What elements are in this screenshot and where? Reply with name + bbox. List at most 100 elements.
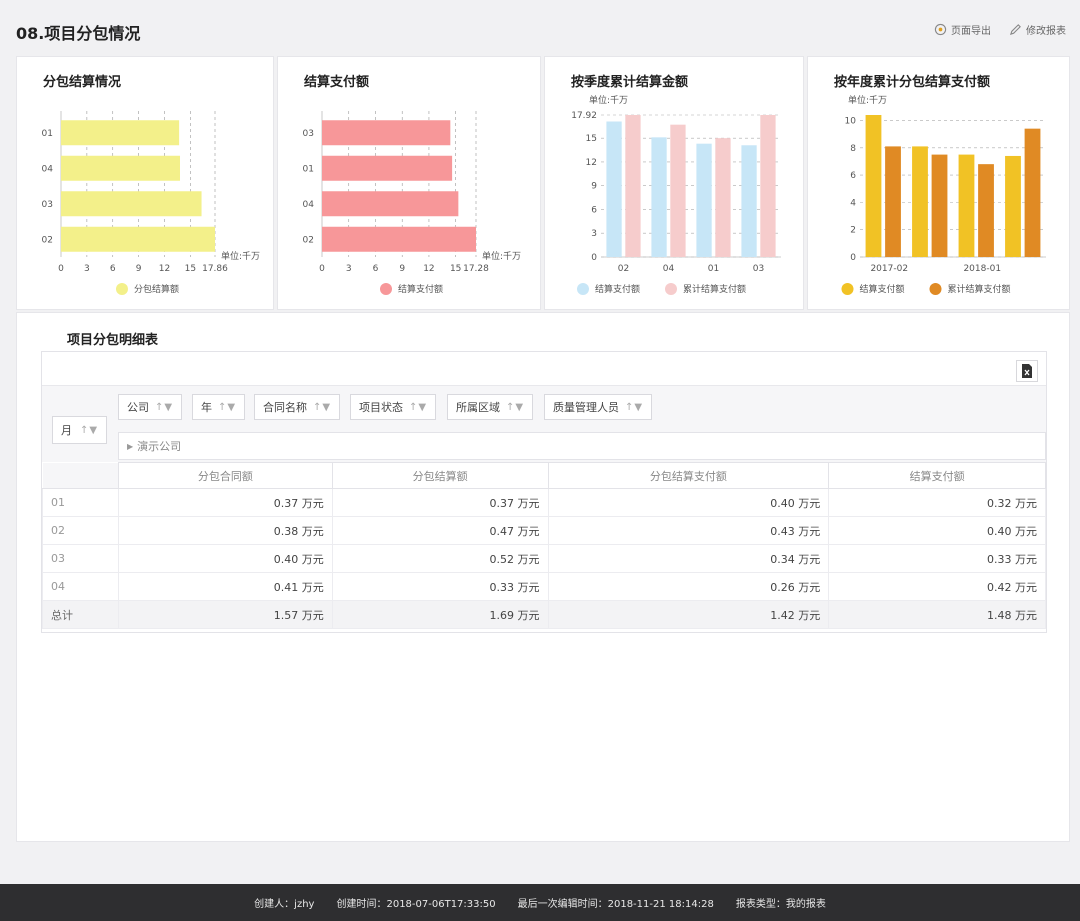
column-header[interactable]: 分包合同额 (117, 462, 333, 489)
bar (322, 120, 451, 146)
bar (61, 226, 215, 252)
field-chip-region[interactable]: 所属区域 ↑▼ (447, 394, 534, 420)
card-yearly-payment: 0 2 4 6 8 10 单位:千万 2017-02 2018-01 结算支付额 累计结算支付额 按… (807, 56, 1070, 310)
table-cell: 0.37 万元 (117, 488, 333, 517)
legend-swatch (380, 283, 392, 295)
field-chip-project-status[interactable]: 项目状态 ↑▼ (350, 394, 437, 420)
column-header[interactable]: 分包结算支付额 (547, 462, 830, 489)
footer-created-time: 创建时间：2018-07-06T17:33:50 (336, 899, 496, 910)
chart-quarterly-settlement: 0369121517.92单位:千万02 04 01 03结算支付额 累计结算支付额 (571, 94, 781, 295)
legend-swatch (841, 283, 854, 295)
table-cell: 0.33 万元 (828, 544, 1046, 573)
card-settlement-payment: 0 3 6 9 12 15 17.28 单位:千万 03 01 04 02 结算支付额 结算支付额 (277, 56, 541, 310)
field-label: 公司 (127, 401, 149, 414)
y-tick-label: 17.92 (571, 111, 597, 121)
x-tick-label: 3 (84, 264, 90, 274)
pivot-field-area: 公司 ↑▼ 年 ↑▼ 合同名称 ↑▼ 项目状态 ↑▼ 所属区域 ↑▼ 质量管理人员 ↑▼ ▶… (42, 386, 1046, 462)
y-tick-label: 6 (850, 171, 856, 181)
row-label: 总计 (42, 600, 119, 629)
column-header[interactable]: 分包结算额 (331, 462, 549, 489)
sort-filter-icon: ↑▼ (218, 401, 237, 413)
field-chip-contract-name[interactable]: 合同名称 ↑▼ (254, 394, 341, 420)
legend-label: 结算支付额 (860, 283, 905, 295)
footer-edited-time: 最后一次编辑时间：2018-11-21 18:14:28 (517, 899, 714, 910)
bar (865, 115, 882, 257)
chart-settlement-payment: 0 3 6 9 12 15 17.28单位:千万03010402结算支付额 (303, 111, 521, 295)
y-tick-label: 2 (850, 226, 856, 236)
field-chip-quality-manager[interactable]: 质量管理人员 ↑▼ (544, 394, 653, 420)
field-label: 月 (61, 424, 72, 437)
x-tick-label: 01 (708, 264, 719, 274)
detail-grid: 分包合同额 分包结算额 分包结算支付额 结算支付额 01 0.37 万元 0.3… (42, 462, 1046, 629)
column-header[interactable]: 结算支付额 (828, 462, 1046, 489)
table-cell: 0.26 万元 (547, 572, 830, 601)
edit-report-button[interactable]: 修改报表 (1009, 22, 1066, 37)
detail-table-panel: 项目分包明细表 公司 ↑▼ 年 ↑▼ 合同名称 ↑▼ 项目状态 ↑▼ 所属区域 ↑▼ 质量… (16, 312, 1070, 842)
bar (61, 191, 202, 217)
x-tick-label: 15 (450, 264, 461, 274)
y-tick-label: 8 (850, 144, 856, 154)
x-tick-label: 9 (399, 264, 405, 274)
unit-label: 单位:千万 (221, 250, 260, 262)
y-tick-label: 3 (591, 229, 597, 239)
table-cell: 0.33 万元 (331, 572, 549, 601)
field-label: 质量管理人员 (553, 401, 619, 414)
field-chip-month[interactable]: 月 ↑▼ (52, 416, 108, 444)
x-tick-label: 3 (346, 264, 352, 274)
table-cell: 0.40 万元 (828, 516, 1046, 545)
y-tick-label: 04 (303, 200, 315, 210)
y-tick-label: 10 (845, 116, 857, 126)
row-label: 01 (42, 488, 119, 517)
export-page-button[interactable]: 页面导出 (934, 22, 991, 37)
card-title: 按季度累计结算金额 (571, 75, 689, 90)
edit-label: 修改报表 (1026, 26, 1066, 37)
x-tick-label: 02 (618, 264, 629, 274)
table-cell: 0.40 万元 (547, 488, 830, 517)
field-chip-year[interactable]: 年 ↑▼ (192, 394, 246, 420)
bar (741, 145, 757, 257)
export-excel-button[interactable] (1016, 360, 1038, 382)
card-title: 按年度累计分包结算支付额 (834, 75, 991, 90)
table-cell: 1.69 万元 (331, 600, 549, 629)
legend-label: 结算支付额 (398, 283, 443, 295)
legend-swatch (665, 283, 677, 295)
card-title: 结算支付额 (304, 75, 370, 90)
field-chip-company[interactable]: 公司 ↑▼ (118, 394, 183, 420)
bar (322, 191, 459, 217)
sort-filter-icon: ↑▼ (409, 401, 428, 413)
table-cell: 0.52 万元 (331, 544, 549, 573)
detail-title: 项目分包明细表 (67, 333, 159, 348)
y-tick-label: 02 (303, 235, 314, 245)
page-title: 08.项目分包情况 (16, 24, 141, 43)
y-tick-label: 0 (850, 253, 856, 263)
pivot-toolbar (42, 352, 1046, 386)
table-cell: 0.38 万元 (117, 516, 333, 545)
table-cell: 1.57 万元 (117, 600, 333, 629)
table-cell: 1.48 万元 (828, 600, 1046, 629)
unit-label: 单位:千万 (848, 94, 887, 106)
table-cell: 0.34 万元 (547, 544, 830, 573)
bar (931, 154, 948, 257)
footer-creator: 创建人：jzhy (254, 899, 315, 910)
x-tick-label: 17.86 (202, 264, 228, 274)
y-tick-label: 04 (42, 164, 54, 174)
y-tick-label: 4 (850, 198, 856, 208)
bar (322, 155, 453, 181)
y-tick-label: 6 (591, 205, 597, 215)
bar (978, 164, 994, 257)
row-label: 02 (42, 516, 119, 545)
y-tick-label: 0 (591, 253, 597, 263)
bar (625, 115, 641, 257)
x-tick-label: 0 (319, 264, 325, 274)
company-group-row[interactable]: ▶ 演示公司 (118, 432, 1046, 460)
x-tick-label: 04 (663, 264, 675, 274)
y-tick-label: 02 (42, 235, 53, 245)
total-row: 总计 1.57 万元 1.69 万元 1.42 万元 1.48 万元 (42, 600, 1046, 629)
card-quarterly-settlement: 0 3 6 9 12 15 17.92 单位:千万 02 04 01 03 结算支付额 累计结算支付额 按… (544, 56, 804, 310)
excel-file-icon (1022, 364, 1032, 378)
bar (912, 146, 928, 257)
unit-label: 单位:千万 (482, 250, 521, 262)
table-cell: 0.37 万元 (331, 488, 549, 517)
sort-filter-icon: ↑▼ (625, 401, 644, 413)
legend-swatch (577, 283, 589, 295)
